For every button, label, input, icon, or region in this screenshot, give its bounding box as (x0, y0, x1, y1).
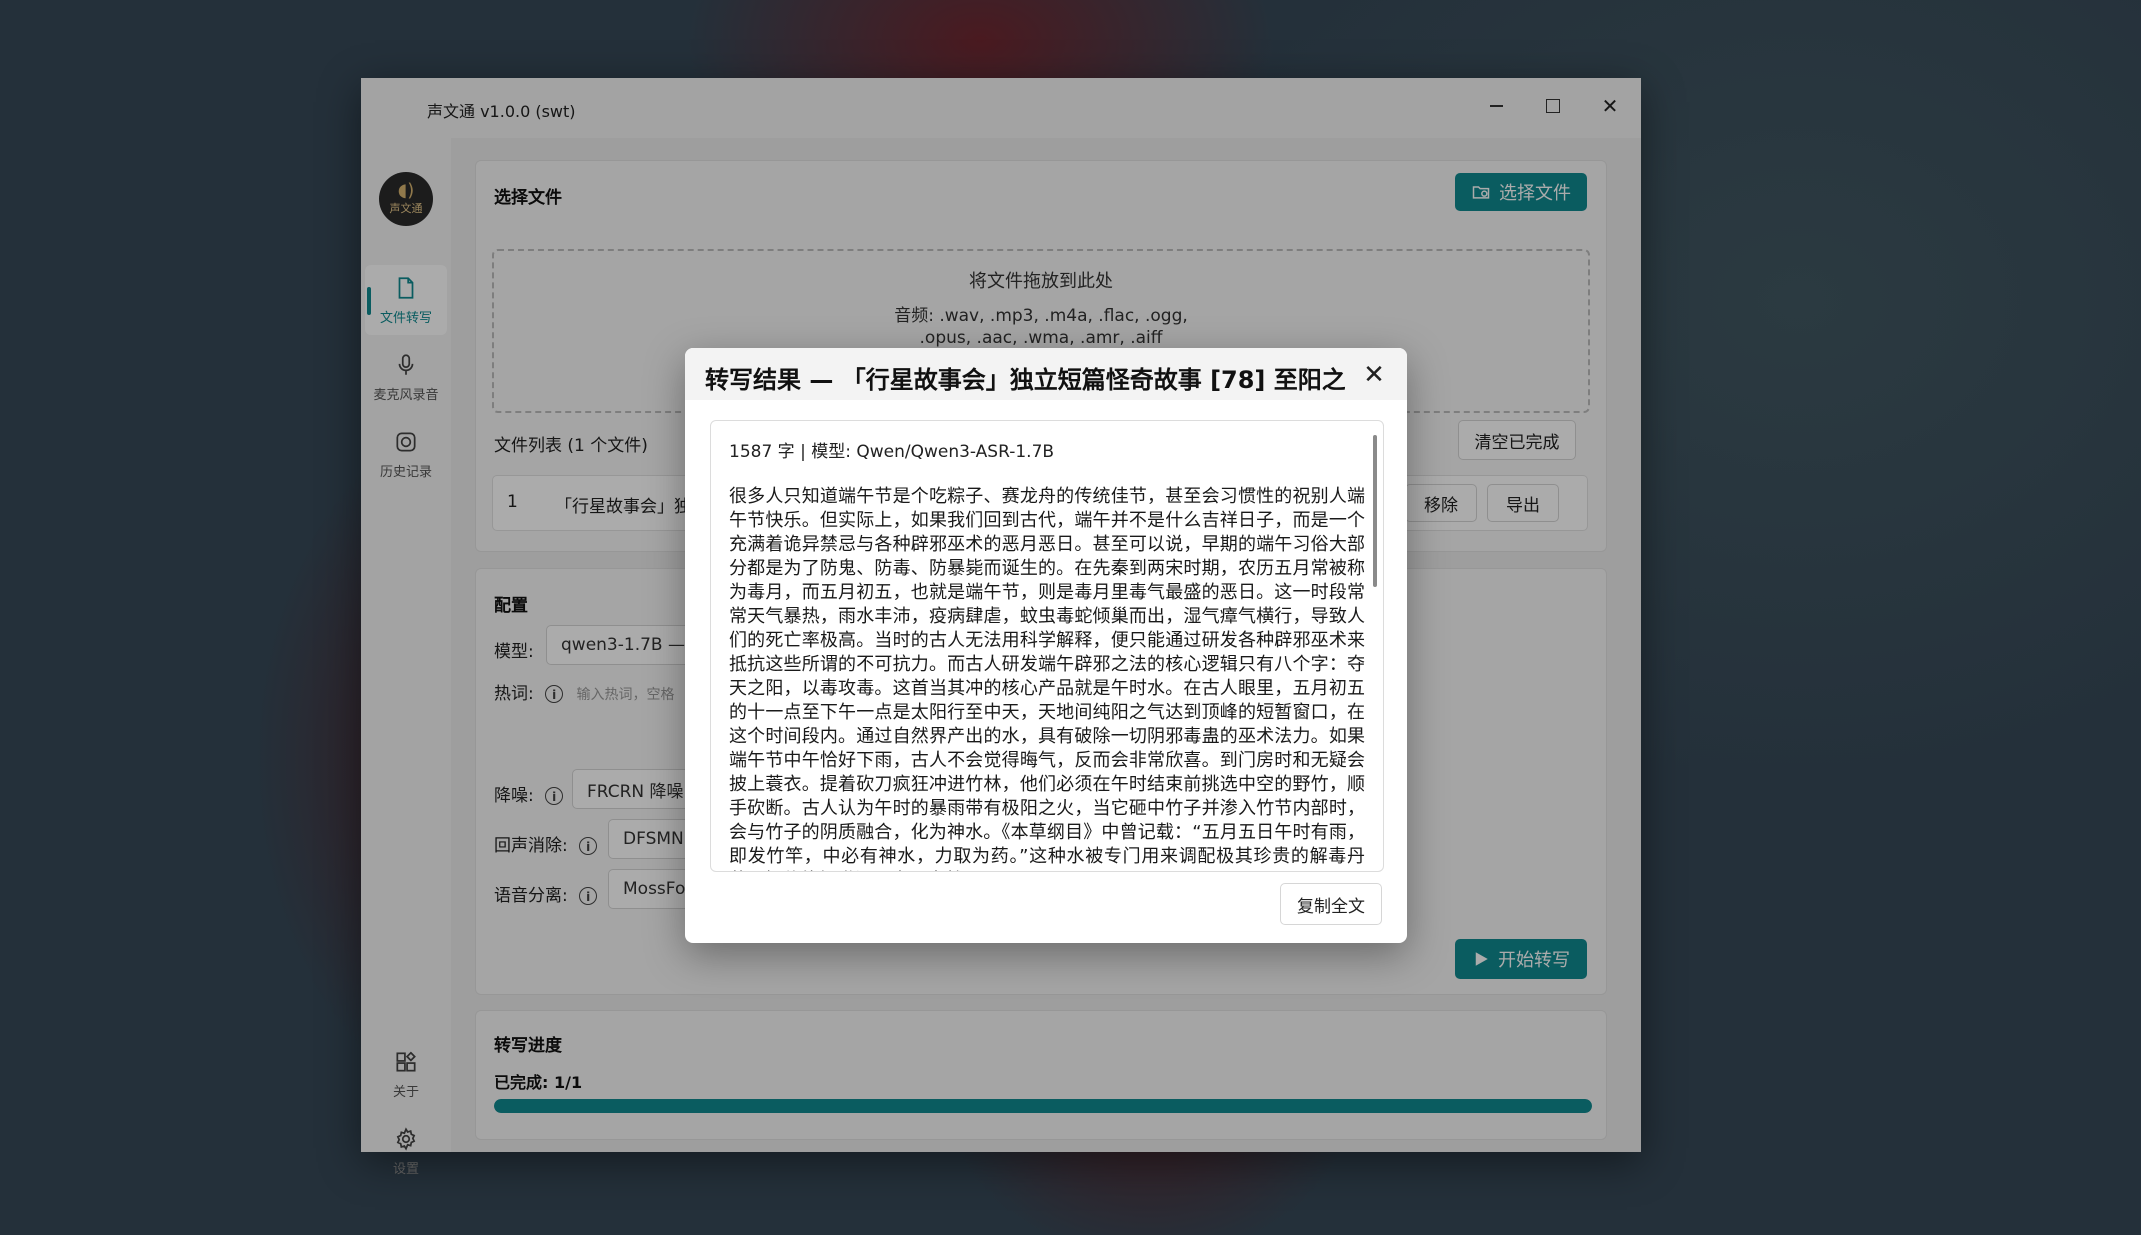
dialog-header: 转写结果 — 「行星故事会」独立短篇怪奇故事 [78] 至阳之 ✕ (685, 348, 1407, 400)
dialog-close-button[interactable]: ✕ (1357, 358, 1391, 392)
transcript-text: 很多人只知道端午节是个吃粽子、赛龙舟的传统佳节，甚至会习惯性的祝别人端午节快乐。… (729, 486, 1365, 871)
dialog-title: 转写结果 — 「行星故事会」独立短篇怪奇故事 [78] 至阳之 (705, 366, 1345, 394)
result-dialog: 转写结果 — 「行星故事会」独立短篇怪奇故事 [78] 至阳之 ✕ 1587 字… (685, 348, 1407, 943)
transcript-meta: 1587 字 | 模型: Qwen/Qwen3-ASR-1.7B (729, 442, 1055, 462)
copy-all-button[interactable]: 复制全文 (1280, 883, 1382, 925)
transcript-textbox[interactable]: 1587 字 | 模型: Qwen/Qwen3-ASR-1.7B 很多人只知道端… (710, 420, 1384, 872)
close-icon: ✕ (1363, 360, 1385, 390)
scrollbar[interactable] (1373, 435, 1377, 587)
sidebar-item-label: 设置 (392, 1161, 419, 1177)
